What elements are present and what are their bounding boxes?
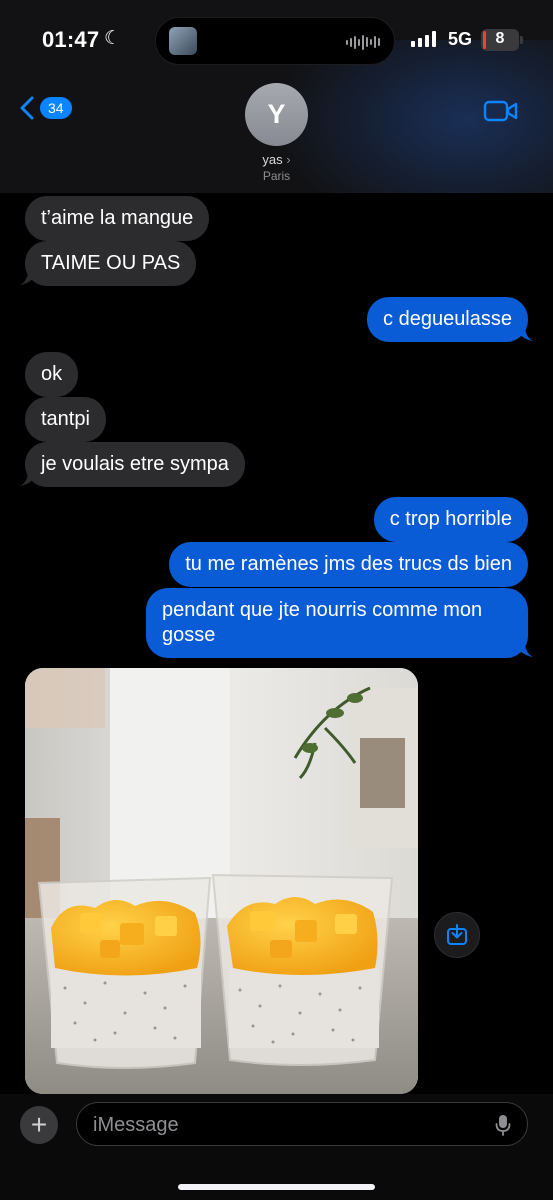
bubble-tail <box>20 270 38 285</box>
battery-percent: 8 <box>495 30 505 47</box>
dynamic-island[interactable] <box>155 17 395 65</box>
contact-name[interactable]: yas › <box>0 152 553 167</box>
home-indicator[interactable] <box>178 1184 375 1190</box>
moon-icon: ☾ <box>104 28 122 49</box>
message-sent[interactable]: tu me ramènes jms des trucs ds bien <box>169 542 528 587</box>
network-type: 5G <box>448 29 473 49</box>
microphone-icon[interactable] <box>495 1114 511 1136</box>
message-sent[interactable]: c trop horrible <box>373 497 528 542</box>
contact-location: Paris <box>262 169 291 183</box>
now-playing-thumbnail <box>169 27 197 55</box>
message-sent[interactable]: pendant que jte nourris comme mon gosse <box>146 588 528 658</box>
save-to-photos-icon <box>447 924 467 945</box>
video-call-icon[interactable] <box>483 99 519 123</box>
bubble-tail <box>515 326 533 341</box>
save-to-photos-button[interactable] <box>434 912 480 958</box>
message-received[interactable]: TAIME OU PAS <box>25 241 197 286</box>
status-bar: 01:47 ☾ 5G 8 <box>0 0 553 80</box>
chevron-right-icon: › <box>286 152 291 167</box>
message-sent[interactable]: c degueulasse <box>367 297 528 342</box>
mango-chia-pudding-photo <box>25 668 418 1094</box>
back-chevron-icon <box>20 96 34 120</box>
bubble-tail <box>20 471 38 486</box>
audio-waveform-icon <box>346 34 380 50</box>
unread-count-badge: 34 <box>40 97 72 119</box>
plus-icon[interactable]: + <box>20 1106 58 1144</box>
message-received[interactable]: ok <box>25 352 79 397</box>
back-button[interactable]: 34 <box>20 96 72 120</box>
contact-name-label: yas <box>262 152 283 167</box>
status-time: 01:47 <box>42 27 100 52</box>
photo-attachment[interactable] <box>25 668 418 1094</box>
message-received[interactable]: je voulais etre sympa <box>25 442 245 487</box>
message-received[interactable]: tantpi <box>25 397 106 442</box>
bubble-tail <box>515 642 533 657</box>
message-input[interactable] <box>93 1113 473 1137</box>
battery-icon: 8 <box>481 29 519 51</box>
signal-icon <box>411 31 436 47</box>
message-received[interactable]: t’aime la mangue <box>25 196 210 241</box>
contact-avatar[interactable]: Y <box>245 83 308 146</box>
battery-tip <box>520 36 523 44</box>
message-input-field[interactable] <box>76 1102 528 1146</box>
